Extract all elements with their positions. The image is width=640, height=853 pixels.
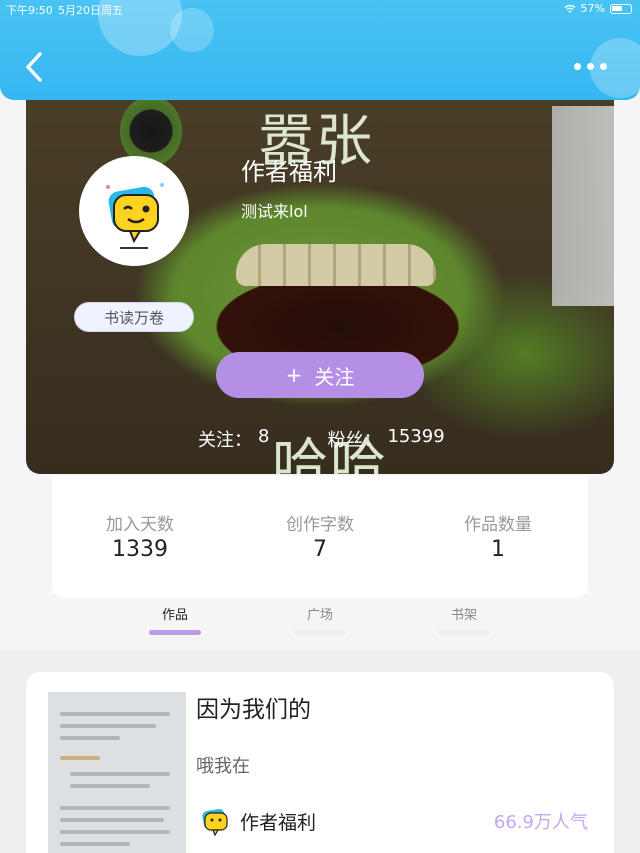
status-right: 57% <box>564 2 632 15</box>
tab-bookshelf-underline <box>438 630 490 635</box>
stat-join-days: 加入天数 1339 <box>60 510 220 562</box>
stat-label: 加入天数 <box>106 515 174 535</box>
stat-value: 1339 <box>112 537 168 562</box>
stats-card: 加入天数 1339 创作字数 7 作品数量 1 <box>52 476 588 598</box>
fans-label: 粉丝： <box>327 430 382 451</box>
work-cover-image[interactable] <box>48 692 186 853</box>
tab-square-underline <box>294 630 346 635</box>
following-label: 关注： <box>198 430 252 451</box>
author-bio: 测试来lol <box>241 202 308 221</box>
tab-works[interactable]: 作品 <box>135 604 215 623</box>
stat-label: 创作字数 <box>286 515 354 535</box>
stat-value: 1 <box>491 537 505 562</box>
follow-button[interactable]: + 关注 <box>216 352 424 398</box>
tab-square[interactable]: 广场 <box>280 604 360 623</box>
battery-icon <box>610 3 632 14</box>
follow-button-label: 关注 <box>314 364 355 389</box>
profile-hero: 嚣张 哈哈 作者福利 测试来lol 书读万卷 + 关注 关注： 8 粉丝： 15… <box>26 76 614 474</box>
work-popularity: 66.9万人气 <box>493 812 588 833</box>
more-dots-icon[interactable] <box>574 60 614 72</box>
work-snippet: 哦我在 <box>196 756 250 777</box>
follow-stats: 关注： 8 粉丝： 15399 <box>198 426 445 452</box>
following-count[interactable]: 8 <box>258 426 269 452</box>
stat-work-count: 作品数量 1 <box>418 510 578 562</box>
author-name: 作者福利 <box>241 158 337 186</box>
tab-bookshelf[interactable]: 书架 <box>424 604 504 623</box>
stat-word-count: 创作字数 7 <box>240 510 400 562</box>
status-time: 下午9:50 <box>6 4 53 17</box>
avatar[interactable] <box>79 156 189 266</box>
tab-works-underline <box>149 630 201 635</box>
avatar-chat-icon <box>106 183 164 249</box>
stat-value: 7 <box>313 537 327 562</box>
battery-percent: 57% <box>580 2 605 15</box>
work-author[interactable]: 作者福利 <box>240 808 316 835</box>
stat-label: 作品数量 <box>464 515 532 535</box>
fans-count[interactable]: 15399 <box>387 426 444 452</box>
profile-tabs: 作品 广场 书架 <box>0 600 640 644</box>
badge-label: 书读万卷 <box>103 308 164 327</box>
wifi-icon <box>564 4 576 13</box>
chevron-left-icon[interactable] <box>22 50 48 84</box>
reader-badge: 书读万卷 <box>74 302 194 332</box>
work-card[interactable]: 因为我们的 哦我在 作者福利 66.9万人气 <box>26 672 614 853</box>
top-header: 下午9:50 5月20日周五 57% <box>0 0 640 100</box>
plus-icon: + <box>285 363 303 387</box>
author-avatar-icon <box>202 809 228 837</box>
status-date: 5月20日周五 <box>58 4 123 17</box>
status-bar: 下午9:50 5月20日周五 57% <box>0 0 640 18</box>
work-title[interactable]: 因为我们的 <box>196 690 311 724</box>
